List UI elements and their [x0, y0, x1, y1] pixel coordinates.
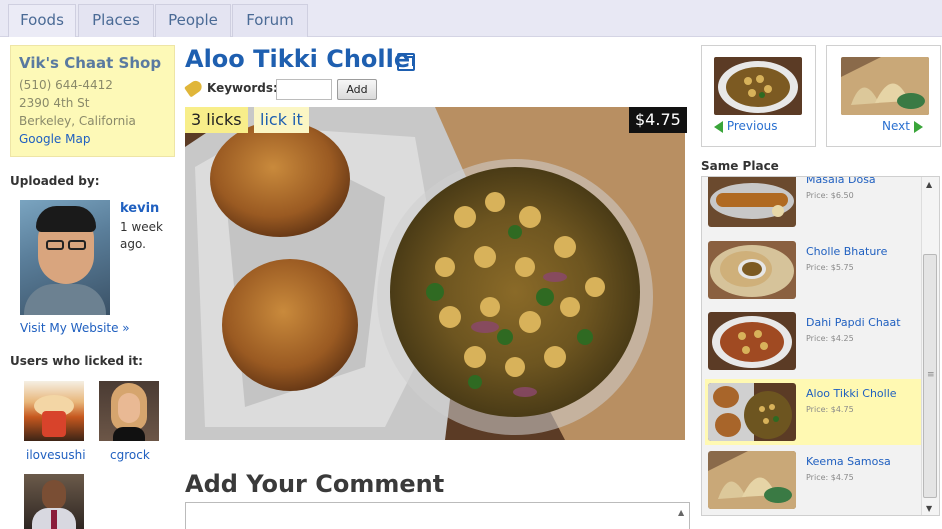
- scroll-grip-icon: ≡: [927, 370, 935, 380]
- uploader-name-link[interactable]: kevin: [120, 201, 159, 216]
- same-place-label: Same Place: [701, 159, 779, 173]
- upload-time: 1 week ago.: [120, 220, 163, 251]
- avatar-shirt: [113, 427, 145, 441]
- shop-phone: (510) 644-4412: [19, 78, 113, 92]
- item-title: Aloo Tikki Cholle: [185, 45, 411, 73]
- user-avatar-third[interactable]: [24, 474, 84, 529]
- top-nav: Foods Places People Forum: [0, 0, 942, 37]
- shop-city: Berkeley, California: [19, 114, 136, 128]
- keywords-label: Keywords:: [207, 81, 278, 95]
- list-item-price: Price: $4.25: [806, 334, 854, 343]
- cholle-bhature-thumb: [708, 241, 796, 299]
- list-thumbnail: [708, 451, 796, 509]
- user-name-cgrock[interactable]: cgrock: [110, 448, 150, 462]
- previous-thumb-art: [714, 57, 802, 115]
- shop-info-box: Vik's Chaat Shop (510) 644-4412 2390 4th…: [10, 45, 175, 157]
- user-avatar-ilovesushi[interactable]: [24, 381, 84, 441]
- arrow-left-icon: [714, 120, 723, 133]
- lick-it-button[interactable]: lick it: [254, 107, 309, 133]
- list-thumbnail: [708, 312, 796, 370]
- next-link[interactable]: Next: [882, 119, 923, 133]
- next-label: Next: [882, 119, 910, 133]
- list-item-price: Price: $4.75: [806, 473, 854, 482]
- tab-people[interactable]: People: [155, 4, 231, 37]
- dahi-papdi-thumb: [708, 312, 796, 370]
- tab-forum[interactable]: Forum: [232, 4, 308, 37]
- visit-website-link[interactable]: Visit My Website »: [20, 321, 130, 335]
- price-badge: $4.75: [629, 107, 687, 133]
- google-map-link[interactable]: Google Map: [19, 130, 166, 148]
- tab-label: People: [168, 11, 218, 29]
- add-comment-heading: Add Your Comment: [185, 470, 445, 498]
- tab-label: Places: [92, 11, 140, 29]
- keywords-input[interactable]: [276, 79, 332, 100]
- list-item-name[interactable]: Dahi Papdi Chaat: [806, 316, 901, 329]
- list-item-name[interactable]: Masala Dosa: [806, 177, 876, 186]
- avatar-sushi-roll: [42, 411, 66, 437]
- avatar-tie: [51, 510, 57, 529]
- user-name-ilovesushi[interactable]: ilovesushi: [26, 448, 86, 462]
- list-thumbnail: [708, 177, 796, 227]
- list-item-cholle-bhature[interactable]: Cholle Bhature Price: $5.75: [705, 237, 923, 303]
- avatar-face: [42, 480, 66, 510]
- comment-textarea[interactable]: [185, 502, 690, 529]
- comment-scroll-up-icon[interactable]: ▲: [678, 508, 684, 517]
- shop-street: 2390 4th St: [19, 96, 90, 110]
- list-item-name[interactable]: Cholle Bhature: [806, 245, 887, 258]
- aloo-tikki-thumb: [708, 383, 796, 441]
- licks-count: 3 licks: [185, 107, 248, 133]
- arrow-right-icon: [913, 120, 923, 133]
- food-photo: [185, 107, 685, 440]
- tag-icon: [184, 78, 204, 98]
- list-item-keema-samosa[interactable]: Keema Samosa Price: $4.75: [705, 447, 923, 513]
- external-link-icon[interactable]: [397, 53, 415, 71]
- masala-dosa-thumb: [708, 177, 796, 227]
- uploaded-by-label: Uploaded by:: [10, 174, 100, 188]
- avatar-glasses-right: [68, 240, 86, 250]
- user-avatar-cgrock[interactable]: [99, 381, 159, 441]
- add-keyword-button[interactable]: Add: [337, 79, 377, 100]
- lickers-label: Users who licked it:: [10, 354, 143, 368]
- list-thumbnail: [708, 241, 796, 299]
- avatar-shirt: [24, 284, 106, 315]
- tab-foods[interactable]: Foods: [8, 4, 76, 37]
- same-place-list: Masala Dosa Price: $6.50 Cholle Bhature …: [701, 176, 940, 516]
- scroll-down-icon[interactable]: ▼: [926, 504, 932, 513]
- tab-places[interactable]: Places: [78, 4, 154, 37]
- list-item-dahi-papdi-chaat[interactable]: Dahi Papdi Chaat Price: $4.25: [705, 308, 923, 374]
- list-item-aloo-tikki-cholle[interactable]: Aloo Tikki Cholle Price: $4.75: [705, 379, 923, 445]
- tab-label: Foods: [20, 11, 64, 29]
- scroll-up-icon[interactable]: ▲: [926, 180, 932, 189]
- previous-item-thumbnail: [714, 57, 802, 115]
- previous-item-card[interactable]: Previous: [701, 45, 816, 147]
- list-item-price: Price: $6.50: [806, 191, 854, 200]
- list-thumbnail: [708, 383, 796, 441]
- avatar-glasses-left: [46, 240, 64, 250]
- food-photo-art: [185, 107, 685, 440]
- keema-samosa-thumb: [708, 451, 796, 509]
- avatar-face: [118, 393, 140, 423]
- tab-label: Forum: [246, 11, 294, 29]
- next-item-card[interactable]: Next: [826, 45, 941, 147]
- previous-link[interactable]: Previous: [714, 119, 778, 133]
- previous-label: Previous: [726, 119, 778, 133]
- next-thumb-art: [841, 57, 929, 115]
- shop-name-link[interactable]: Vik's Chaat Shop: [19, 54, 166, 72]
- list-item-masala-dosa[interactable]: Masala Dosa Price: $6.50: [705, 177, 923, 231]
- uploader-avatar[interactable]: [20, 200, 110, 315]
- list-item-name[interactable]: Keema Samosa: [806, 455, 891, 468]
- list-item-price: Price: $5.75: [806, 263, 854, 272]
- list-item-name[interactable]: Aloo Tikki Cholle: [806, 387, 897, 400]
- avatar-hair: [36, 206, 96, 232]
- list-item-price: Price: $4.75: [806, 405, 854, 414]
- next-item-thumbnail: [841, 57, 929, 115]
